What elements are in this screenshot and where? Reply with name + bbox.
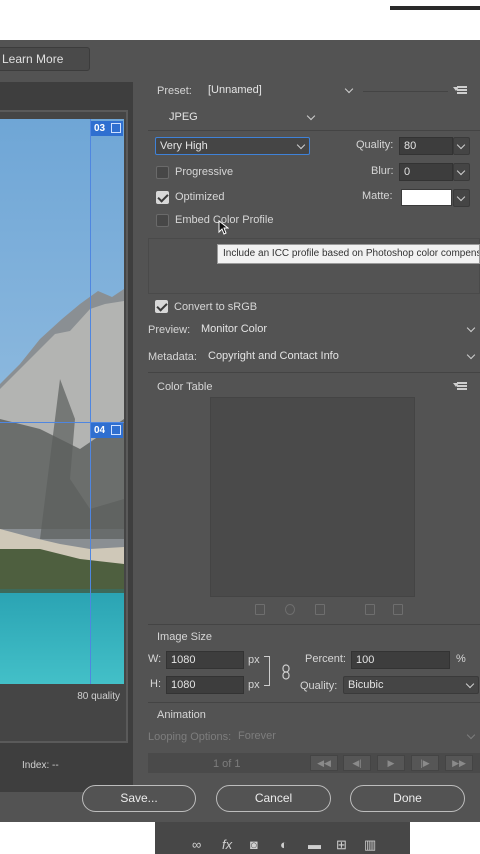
slice-options-icon[interactable] [111,123,121,133]
matte-dropdown[interactable] [453,189,470,207]
play-button[interactable]: ▶ [377,755,405,771]
tooltip: Include an ICC profile based on Photosho… [217,244,480,264]
layer-style-icon[interactable]: fx [222,838,232,852]
slice-badge-bottom[interactable]: 04 [91,423,123,438]
first-frame-button[interactable]: ◀◀ [310,755,338,771]
done-button[interactable]: Done [350,785,465,812]
color-index-readout: Index: -- [22,760,59,771]
slice-guide-line [90,119,91,684]
save-button[interactable]: Save... [82,785,196,812]
animation-title: Animation [157,709,206,721]
percent-input[interactable]: 100 [351,651,450,669]
matte-color-swatch[interactable] [401,189,452,206]
divider [148,702,480,703]
layer-mask-icon[interactable]: ◙ [250,838,258,852]
color-table-menu-icon[interactable] [453,381,467,391]
next-frame-button[interactable]: |▶ [411,755,439,771]
blur-input[interactable]: 0 [399,163,453,181]
matte-label: Matte: [362,190,393,202]
preview-dropdown[interactable]: Monitor Color [197,321,479,339]
web-snap-icon [285,604,295,615]
blur-slider-toggle[interactable] [453,163,470,181]
width-unit: px [248,654,260,666]
color-table-title: Color Table [157,381,213,393]
metadata-dropdown[interactable]: Copyright and Contact Info [204,348,479,366]
preview-image[interactable] [0,119,124,684]
delete-layer-icon[interactable]: ▥ [364,838,376,852]
slice-options-icon[interactable] [111,425,121,435]
convert-srgb-label: Convert to sRGB [174,301,258,313]
width-label: W: [148,653,162,665]
percent-unit: % [456,653,466,665]
map-transparency-icon [255,604,265,615]
last-frame-button[interactable]: ▶▶ [445,755,473,771]
quality-label: Quality: [356,139,394,151]
progressive-label: Progressive [175,166,234,178]
image-size-title: Image Size [157,631,213,643]
quality-input[interactable]: 80 [399,137,453,155]
new-layer-icon[interactable]: ⊞ [336,838,347,852]
link-layers-icon[interactable]: ∞ [192,838,201,852]
new-color-icon [365,604,375,615]
frame-counter: 1 of 1 [213,758,241,770]
height-label: H: [150,678,161,690]
delete-color-icon [393,604,403,615]
adjustment-layer-icon[interactable]: ◐ [280,838,288,852]
embed-color-profile-checkbox[interactable] [156,214,169,227]
looping-options-dropdown[interactable]: Forever [234,728,479,746]
mouse-cursor-icon [218,220,229,235]
link-chain-icon[interactable] [281,664,291,680]
resample-quality-label: Quality: [300,680,338,692]
looping-options-label: Looping Options: [148,731,232,743]
previous-frame-button[interactable]: ◀| [343,755,371,771]
preview-label: Preview: [148,324,191,336]
slice-badge-top[interactable]: 03 [91,121,123,136]
progressive-checkbox[interactable] [156,166,169,179]
color-table-grid[interactable] [210,397,415,597]
convert-srgb-checkbox[interactable] [155,300,168,313]
cancel-button[interactable]: Cancel [216,785,331,812]
compression-quality-dropdown[interactable]: Very High [155,137,310,155]
optimized-checkbox[interactable] [156,191,169,204]
quality-slider-toggle[interactable] [453,137,470,155]
background-window-strip [0,0,480,40]
lock-color-icon [315,604,325,615]
percent-label: Percent: [305,653,346,665]
height-unit: px [248,679,260,691]
constrain-bracket [264,656,270,686]
learn-more-button[interactable]: Learn More [0,47,90,71]
divider [148,372,480,373]
width-input[interactable]: 1080 [166,651,244,669]
preset-menu-icon[interactable] [453,85,467,95]
divider [148,624,480,625]
resample-quality-dropdown[interactable]: Bicubic [343,676,479,694]
divider [363,91,448,92]
file-format-dropdown[interactable]: JPEG [165,109,319,127]
metadata-label: Metadata: [148,351,197,363]
divider [148,130,480,131]
height-input[interactable]: 1080 [166,676,244,694]
blur-label: Blur: [371,165,394,177]
optimized-label: Optimized [175,191,225,203]
preset-label: Preset: [157,85,192,97]
preset-dropdown[interactable]: [Unnamed] [204,82,357,100]
preview-quality-readout: 80 quality [77,691,120,702]
new-group-icon[interactable]: ▬ [308,838,321,852]
